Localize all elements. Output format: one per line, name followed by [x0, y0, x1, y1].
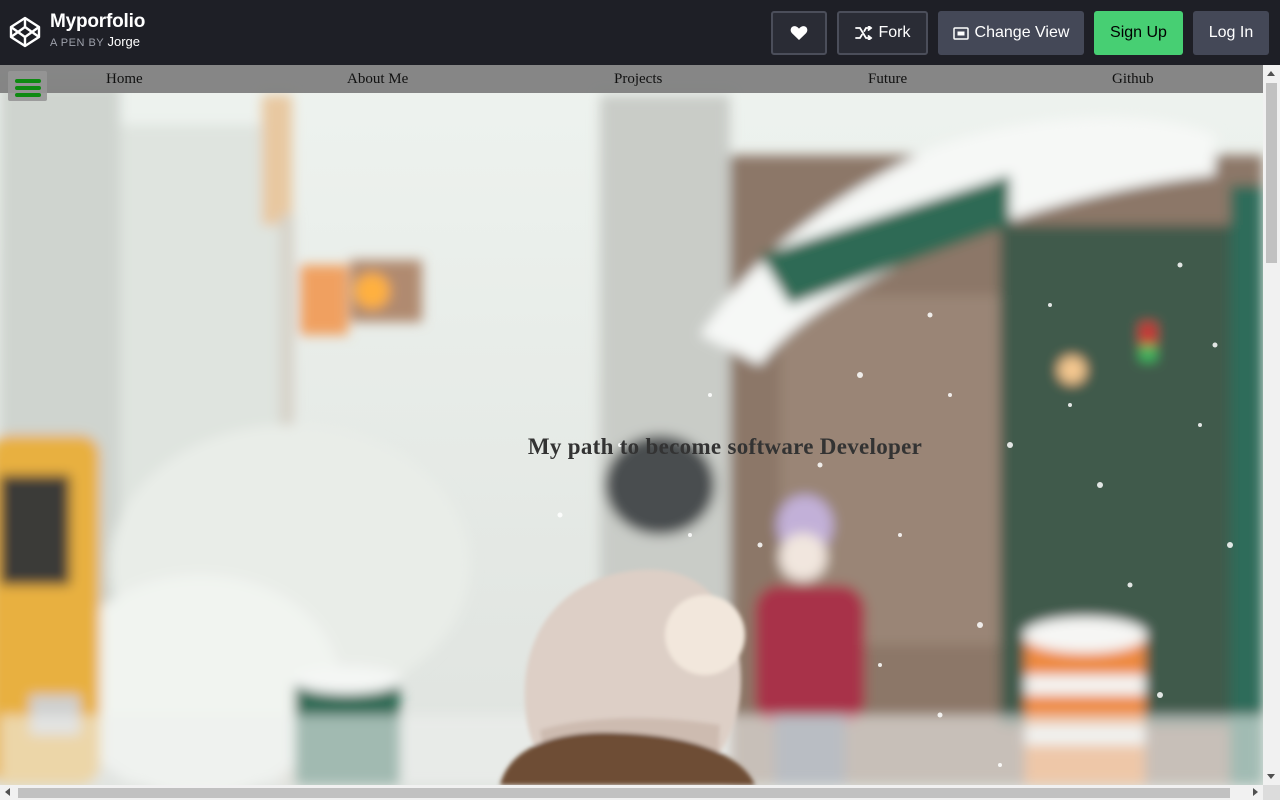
- codepen-header: Myporfolio A PEN BY Jorge Fork Change Vi…: [0, 0, 1280, 65]
- fork-label: Fork: [878, 24, 911, 41]
- sign-up-button[interactable]: Sign Up: [1094, 11, 1183, 55]
- change-view-button[interactable]: Change View: [938, 11, 1084, 55]
- site-navbar: Home About Me Projects Future Github: [0, 65, 1263, 93]
- scroll-up-arrow-icon[interactable]: [1267, 71, 1275, 76]
- horizontal-scrollbar[interactable]: [0, 785, 1263, 800]
- vertical-scrollbar[interactable]: [1263, 65, 1280, 785]
- scrollbar-corner: [1263, 785, 1280, 800]
- pen-preview: Home About Me Projects Future Github My …: [0, 65, 1263, 785]
- horizontal-scroll-thumb[interactable]: [18, 788, 1230, 798]
- pen-title[interactable]: Myporfolio: [50, 11, 145, 33]
- nav-link-future[interactable]: Future: [868, 70, 907, 88]
- nav-link-about-me[interactable]: About Me: [347, 70, 408, 88]
- heart-button[interactable]: [771, 11, 827, 55]
- vertical-scroll-thumb[interactable]: [1266, 83, 1277, 263]
- nav-link-github[interactable]: Github: [1112, 70, 1154, 88]
- nav-link-projects[interactable]: Projects: [614, 70, 662, 88]
- hero-background-image: [0, 65, 1263, 785]
- pen-byline: A PEN BY Jorge: [50, 34, 145, 51]
- change-view-icon: [952, 26, 969, 40]
- pen-by-label: A PEN BY: [50, 37, 104, 49]
- scroll-down-arrow-icon[interactable]: [1267, 774, 1275, 779]
- fork-icon: [854, 26, 873, 40]
- fork-button[interactable]: Fork: [837, 11, 928, 55]
- log-in-button[interactable]: Log In: [1193, 11, 1269, 55]
- hamburger-menu-button[interactable]: [8, 71, 47, 101]
- codepen-logo-icon[interactable]: [9, 16, 41, 48]
- pen-author-link[interactable]: Jorge: [108, 34, 141, 49]
- scroll-left-arrow-icon[interactable]: [5, 788, 10, 796]
- change-view-label: Change View: [974, 24, 1070, 41]
- nav-link-home[interactable]: Home: [106, 70, 143, 88]
- hero-title: My path to become software Developer: [527, 434, 923, 459]
- pen-info: Myporfolio A PEN BY Jorge: [50, 11, 145, 51]
- scroll-right-arrow-icon[interactable]: [1253, 788, 1258, 796]
- heart-icon: [790, 25, 808, 41]
